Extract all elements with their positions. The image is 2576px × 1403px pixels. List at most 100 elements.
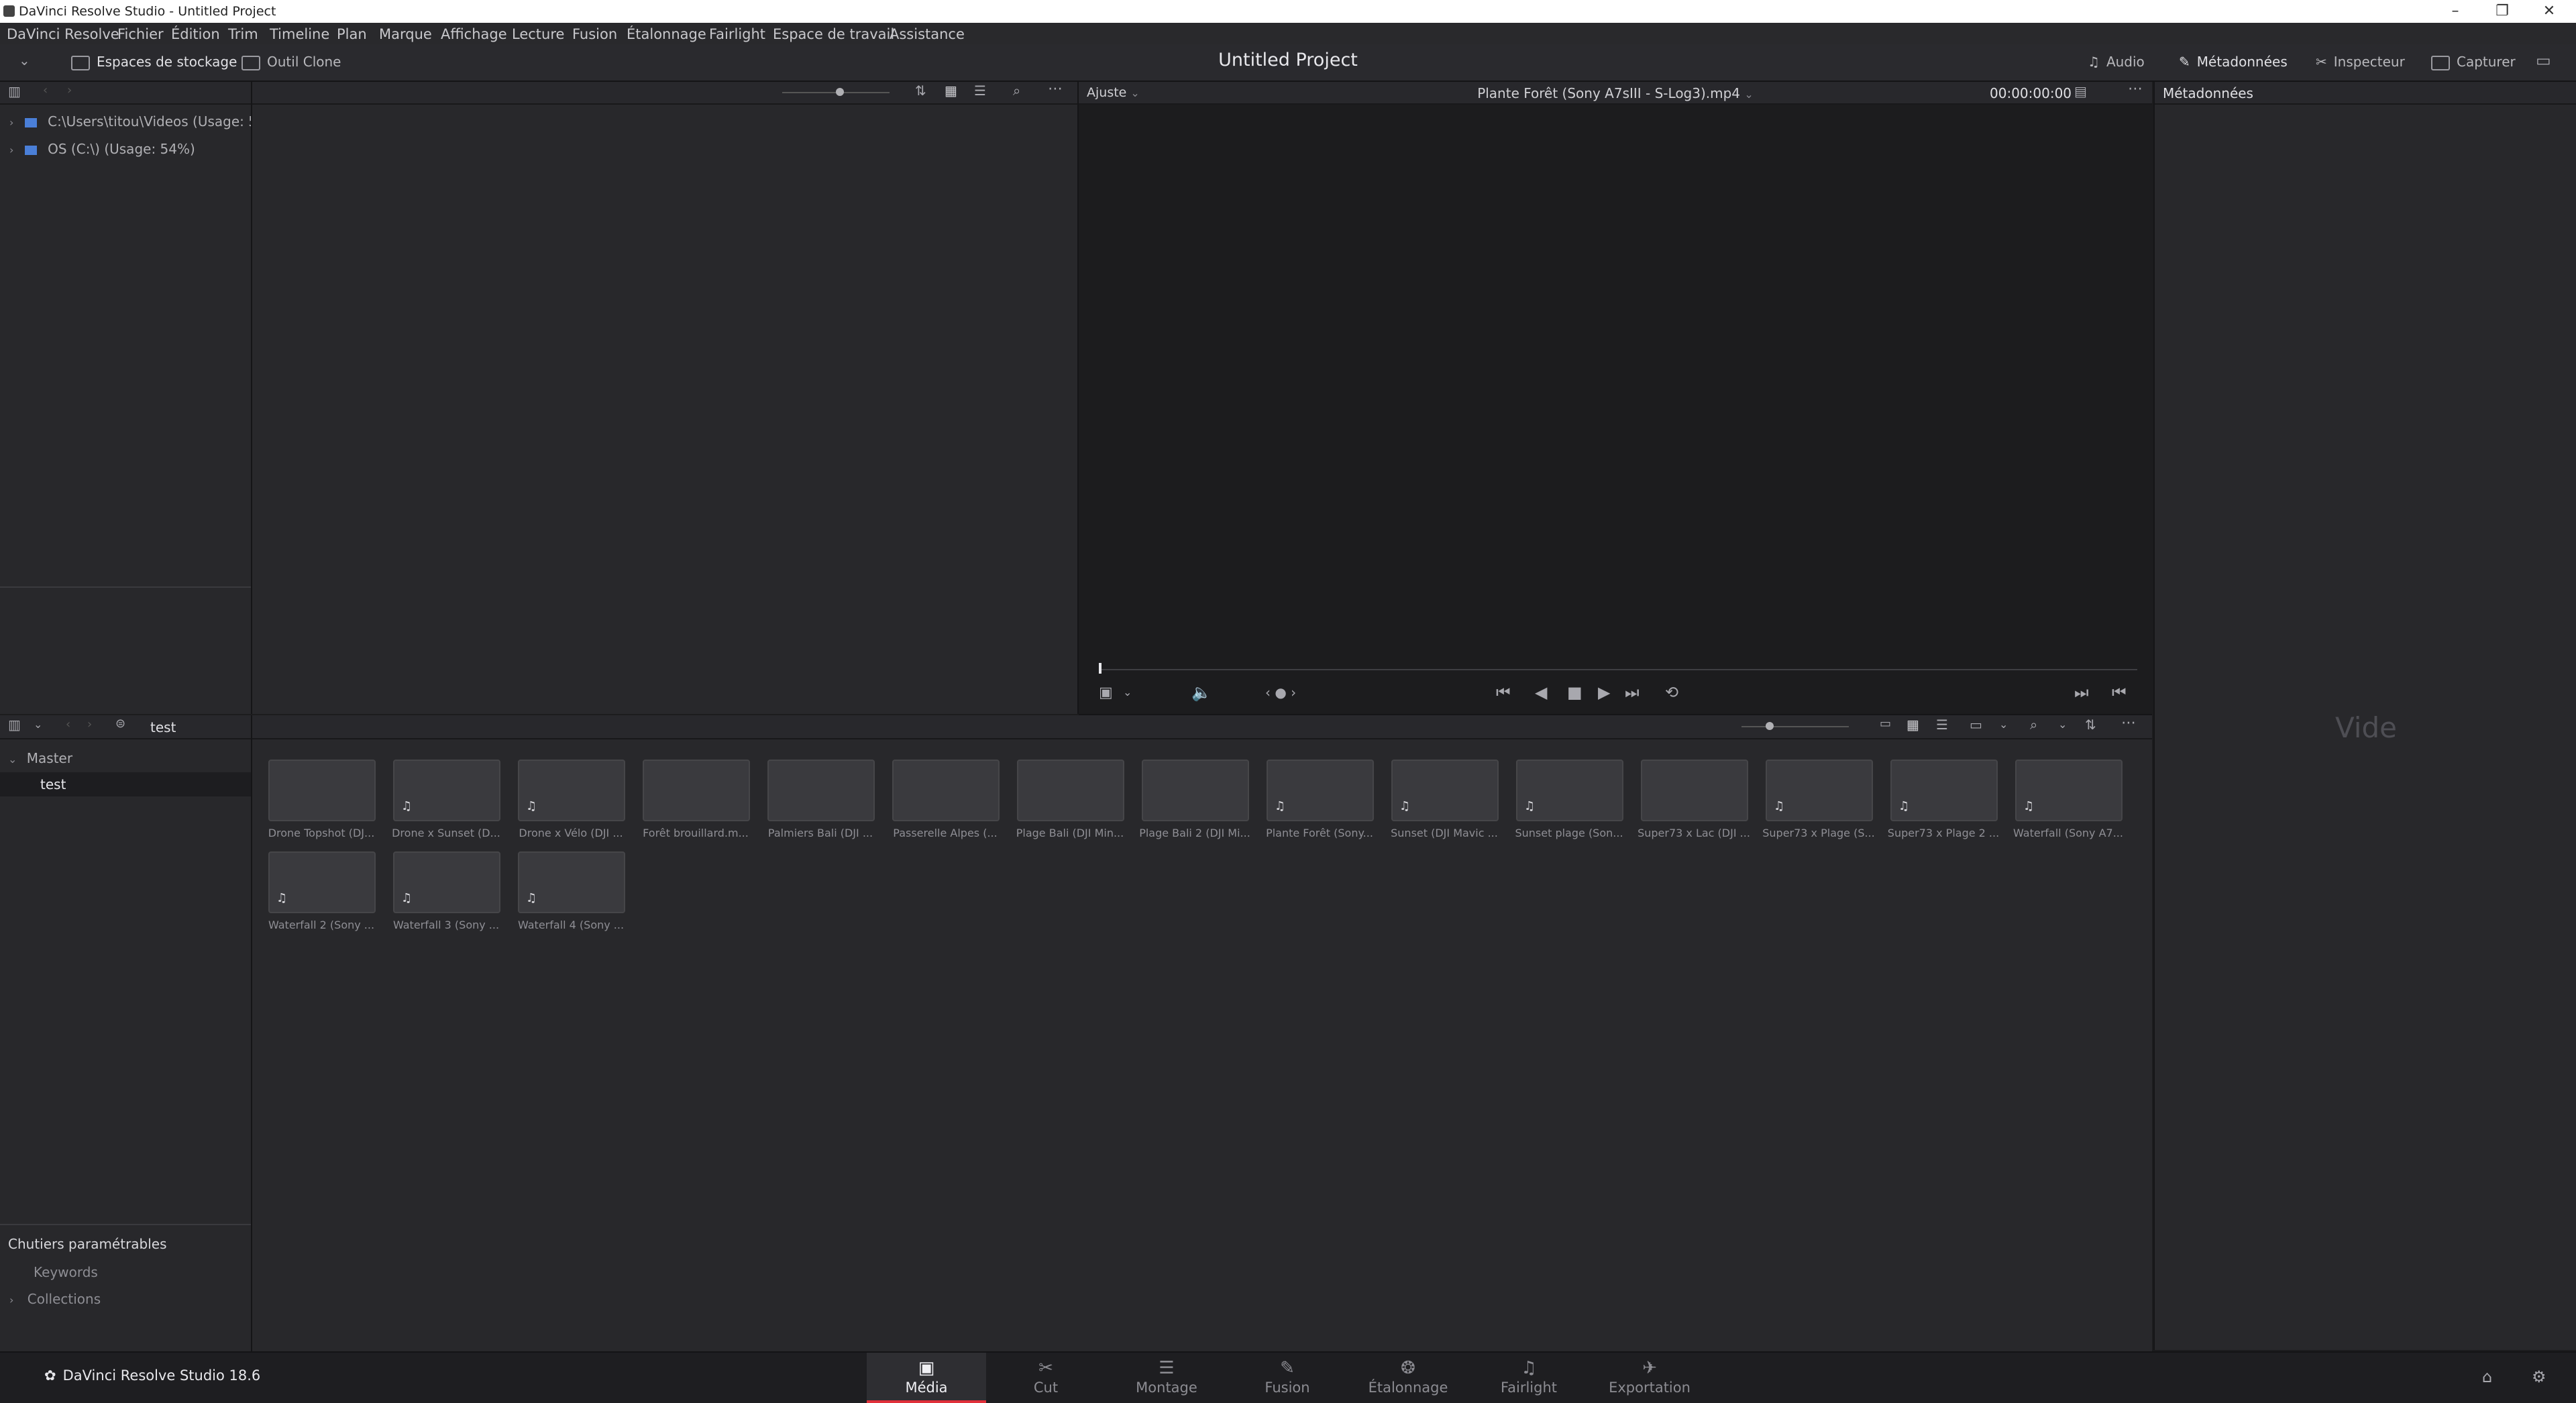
clip-thumbnail[interactable]: ♫ (393, 760, 500, 821)
go-to-end-icon[interactable]: ⏭ (1625, 683, 1640, 702)
thumbnail-view-icon[interactable]: ▦ (1907, 717, 1919, 733)
menu-fusion[interactable]: Fusion (572, 26, 617, 42)
menu-color[interactable]: Étalonnage (627, 26, 706, 42)
menu-edit[interactable]: Édition (171, 26, 220, 42)
home-icon[interactable]: ⌂ (2482, 1367, 2492, 1386)
expand-icon[interactable]: › (9, 1294, 13, 1306)
list-view-icon[interactable]: ☰ (1936, 717, 1948, 733)
sort-icon[interactable]: ⇅ (915, 83, 926, 99)
clip-thumbnail[interactable]: ♫ (518, 851, 625, 913)
menu-help[interactable]: Assistance (890, 26, 965, 42)
viewer-more-icon[interactable]: ⋯ (2128, 81, 2143, 97)
metadata-view-icon[interactable]: ▭ (1880, 717, 1891, 731)
page-deliver[interactable]: ✈ Exportation (1590, 1353, 1709, 1403)
capture-button[interactable]: Capturer (2431, 54, 2516, 70)
menu-fairlight[interactable]: Fairlight (709, 26, 765, 42)
scrubber-bar[interactable] (1099, 669, 2137, 670)
view-options-icon[interactable]: ▤ (2074, 83, 2087, 99)
storage-item-videos[interactable]: › C:\Users\titou\Videos (Usage: 5... (9, 113, 270, 129)
page-cut[interactable]: ✂ Cut (986, 1353, 1106, 1403)
expand-icon[interactable]: › (9, 116, 13, 129)
bin-back-icon[interactable]: ‹ (66, 717, 70, 731)
bin-history-icon[interactable]: ⊜ (115, 717, 125, 731)
clip-thumbnail[interactable] (892, 760, 1000, 821)
grid-view-icon[interactable]: ▦ (945, 83, 957, 99)
clip-thumbnail[interactable] (1641, 760, 1748, 821)
chevron-down-icon[interactable]: ⌄ (34, 718, 42, 731)
clip-thumbnail[interactable]: ♫ (2015, 760, 2123, 821)
menu-view[interactable]: Affichage (441, 26, 507, 42)
next-frame-icon[interactable]: ⏭ (2074, 683, 2089, 702)
clip-thumbnail[interactable]: ♫ (1890, 760, 1998, 821)
slider-handle[interactable] (836, 88, 844, 96)
menu-workspace[interactable]: Espace de travail (773, 26, 894, 42)
list-view-icon[interactable]: ☰ (974, 83, 986, 99)
slider-handle[interactable] (1766, 722, 1774, 730)
stop-icon[interactable]: ■ (1567, 683, 1582, 702)
smart-bin-collections[interactable]: › Collections (9, 1291, 101, 1307)
sort-icon[interactable]: ⇅ (2085, 717, 2096, 733)
page-fusion[interactable]: ✎ Fusion (1228, 1353, 1347, 1403)
minimize-button[interactable]: – (2432, 1, 2479, 21)
menu-file[interactable]: Fichier (117, 26, 164, 42)
search-icon[interactable]: ⌕ (2030, 717, 2037, 733)
clip-thumbnail[interactable] (767, 760, 875, 821)
nav-forward-icon[interactable]: › (67, 83, 72, 97)
previous-frame-icon[interactable]: ⏮ (2112, 683, 2127, 702)
storage-button[interactable]: Espaces de stockage (71, 54, 237, 70)
play-icon[interactable]: ▶ (1598, 683, 1610, 702)
metadata-button[interactable]: ✎ Métadonnées (2179, 54, 2288, 70)
clip-thumbnail[interactable] (1017, 760, 1124, 821)
menu-timeline[interactable]: Timeline (270, 26, 329, 42)
clip-thumbnail[interactable] (643, 760, 750, 821)
clip-thumbnail[interactable]: ♫ (1766, 760, 1873, 821)
loop-icon[interactable]: ⟲ (1665, 683, 1678, 702)
clone-tool-button[interactable]: Outil Clone (241, 54, 341, 70)
page-media[interactable]: ▣ Média (867, 1353, 986, 1403)
chevron-down-icon[interactable]: ⌄ (2058, 718, 2067, 731)
clip-thumbnail[interactable]: ♫ (1516, 760, 1623, 821)
page-edit[interactable]: ☰ Montage (1107, 1353, 1226, 1403)
chevron-down-icon[interactable]: ⌄ (1123, 686, 1132, 698)
menu-playback[interactable]: Lecture (512, 26, 564, 42)
workspace-toggle-icon[interactable]: ⌄ (19, 52, 30, 68)
clip-thumbnail[interactable]: ♫ (1267, 760, 1374, 821)
media-thumb-slider[interactable] (1741, 726, 1849, 727)
maximize-button[interactable]: ❐ (2479, 1, 2526, 21)
fullscreen-icon[interactable]: ▭ (2536, 51, 2551, 70)
clip-thumbnail[interactable]: ♫ (393, 851, 500, 913)
chevron-down-icon[interactable]: ⌄ (8, 753, 17, 766)
search-icon[interactable]: ⌕ (1013, 83, 1020, 99)
bin-forward-icon[interactable]: › (87, 717, 92, 731)
nav-back-icon[interactable]: ‹ (43, 83, 48, 97)
audio-button[interactable]: ♫ Audio (2088, 54, 2145, 70)
chevron-down-icon[interactable]: ⌄ (1999, 718, 2008, 731)
clip-thumbnail[interactable]: ♫ (268, 851, 376, 913)
clip-thumbnail[interactable] (1142, 760, 1249, 821)
more-options-icon[interactable]: ⋯ (1048, 81, 1063, 97)
more-options-icon[interactable]: ⋯ (2121, 715, 2136, 731)
smart-bin-keywords[interactable]: Keywords (34, 1264, 98, 1280)
menu-davinci[interactable]: DaVinci Resolve (7, 26, 119, 42)
playhead[interactable] (1099, 663, 1102, 674)
bin-list-toggle-icon[interactable]: ▥ (8, 717, 21, 733)
menu-mark[interactable]: Marque (379, 26, 432, 42)
play-reverse-icon[interactable]: ◀ (1535, 683, 1547, 702)
inspector-button[interactable]: ✂ Inspecteur (2316, 54, 2405, 70)
go-to-start-icon[interactable]: ⏮ (1496, 683, 1511, 702)
volume-icon[interactable]: 🔈 (1191, 683, 1212, 702)
menu-trim[interactable]: Trim (228, 26, 258, 42)
viewer-mode-icon[interactable]: ▣ (1099, 684, 1113, 701)
close-button[interactable]: ✕ (2526, 1, 2573, 21)
jog-control-icon[interactable]: ‹ ● › (1265, 684, 1296, 700)
sidebar-toggle-icon[interactable]: ▥ (8, 83, 21, 99)
bin-master[interactable]: ⌄ Master (8, 750, 72, 766)
storage-item-os[interactable]: › OS (C:\) (Usage: 54%) (9, 141, 195, 157)
page-color[interactable]: ❂ Étalonnage (1348, 1353, 1468, 1403)
expand-icon[interactable]: › (9, 144, 13, 156)
bin-test[interactable]: test (0, 772, 251, 796)
settings-gear-icon[interactable]: ⚙ (2532, 1367, 2546, 1386)
page-fairlight[interactable]: ♫ Fairlight (1469, 1353, 1589, 1403)
clip-thumbnail[interactable]: ♫ (518, 760, 625, 821)
clip-thumbnail[interactable]: ♫ (1391, 760, 1499, 821)
